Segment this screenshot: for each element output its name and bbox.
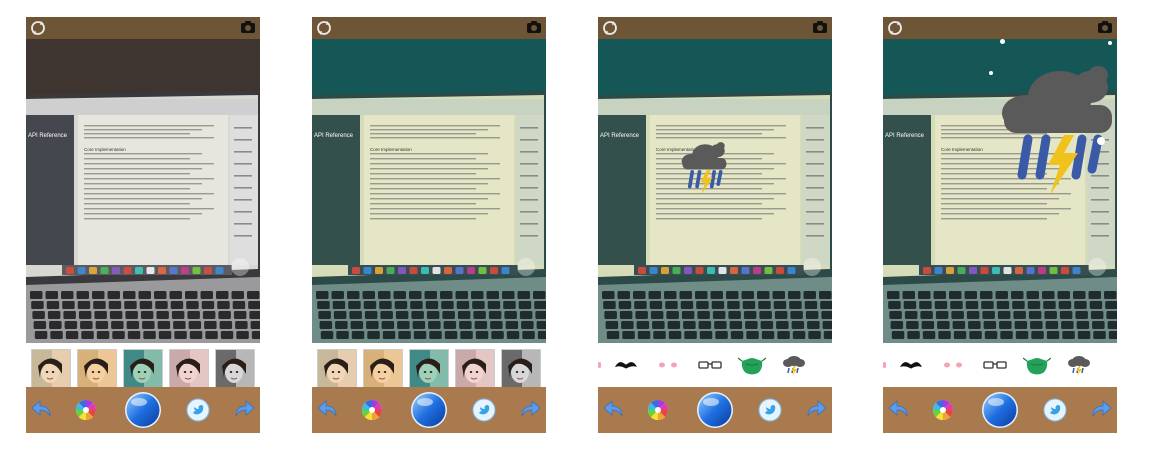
switch-camera-icon[interactable] — [525, 19, 543, 37]
switch-camera-icon[interactable] — [1096, 19, 1114, 37]
sparkle-dot — [989, 71, 993, 75]
screen-3: API Reference Core Implementation — [598, 17, 832, 433]
redo-icon[interactable] — [518, 398, 542, 422]
top-bar — [312, 17, 546, 39]
sparkle-dot — [1000, 39, 1005, 44]
shutter-button[interactable] — [124, 391, 162, 429]
camera-photo: API Reference Core Implementation — [26, 39, 260, 343]
rotate-camera-icon[interactable] — [29, 19, 47, 37]
warm-filter-thumbnail[interactable] — [363, 349, 403, 389]
undo-icon[interactable] — [887, 398, 911, 422]
undo-icon[interactable] — [602, 398, 626, 422]
blush-partial-icon — [598, 362, 601, 368]
sparkle-dot — [1108, 41, 1112, 45]
camera-photo: API Reference Core Implementation — [312, 39, 546, 343]
photo-preview[interactable]: API Reference Core Implementation — [598, 39, 832, 343]
storm-cloud-icon[interactable] — [780, 353, 808, 377]
shutter-button[interactable] — [696, 391, 734, 429]
glasses-icon[interactable] — [696, 353, 724, 377]
shutter-button[interactable] — [410, 391, 448, 429]
filter-strip — [312, 343, 546, 389]
twitter-icon[interactable] — [758, 398, 782, 422]
laptop-section-title: Core Implementation — [370, 147, 412, 152]
redo-icon[interactable] — [1089, 398, 1113, 422]
blush-icon[interactable] — [939, 353, 967, 377]
storm-cloud-sticker[interactable] — [998, 57, 1116, 197]
screen-2: API Reference Core Implementation — [312, 17, 546, 433]
top-bar — [883, 17, 1117, 39]
rotate-camera-icon[interactable] — [315, 19, 333, 37]
rotate-camera-icon[interactable] — [886, 19, 904, 37]
sparkle-dot — [1097, 137, 1105, 145]
bottom-toolbar — [598, 387, 832, 433]
photo-preview[interactable]: API Reference Core Implementation — [883, 39, 1117, 343]
mono-filter-thumbnail[interactable] — [501, 349, 541, 389]
color-wheel-icon[interactable] — [647, 399, 669, 421]
redo-icon[interactable] — [804, 398, 828, 422]
switch-camera-icon[interactable] — [239, 19, 257, 37]
sticker-strip — [883, 343, 1117, 387]
bottom-toolbar — [26, 387, 260, 433]
original-filter-thumbnail[interactable] — [317, 349, 357, 389]
teal-filter-thumbnail[interactable] — [123, 349, 163, 389]
screen-4: API Reference Core Implementation — [883, 17, 1117, 433]
fade-filter-thumbnail[interactable] — [169, 349, 209, 389]
photo-preview[interactable]: API Reference Core Implementation — [312, 39, 546, 343]
mustache-icon[interactable] — [612, 353, 640, 377]
blush-icon[interactable] — [654, 353, 682, 377]
storm-cloud-icon[interactable] — [1065, 353, 1093, 377]
bottom-toolbar — [883, 387, 1117, 433]
glasses-icon[interactable] — [981, 353, 1009, 377]
photo-preview[interactable]: API Reference Core Implementation — [26, 39, 260, 343]
undo-icon[interactable] — [316, 398, 340, 422]
sticker-strip — [598, 343, 832, 387]
rotate-camera-icon[interactable] — [601, 19, 619, 37]
color-wheel-icon[interactable] — [361, 399, 383, 421]
laptop-sidebar-title: API Reference — [28, 133, 68, 139]
twitter-icon[interactable] — [472, 398, 496, 422]
switch-camera-icon[interactable] — [811, 19, 829, 37]
fade-filter-thumbnail[interactable] — [455, 349, 495, 389]
color-wheel-icon[interactable] — [932, 399, 954, 421]
top-bar — [26, 17, 260, 39]
storm-cloud-sticker[interactable] — [680, 137, 728, 197]
mask-icon[interactable] — [738, 353, 766, 377]
filter-strip — [26, 343, 260, 389]
original-filter-thumbnail[interactable] — [31, 349, 71, 389]
warm-filter-thumbnail[interactable] — [77, 349, 117, 389]
screen-1: API Reference Core Implementation — [26, 17, 260, 433]
mono-filter-thumbnail[interactable] — [215, 349, 255, 389]
undo-icon[interactable] — [30, 398, 54, 422]
redo-icon[interactable] — [232, 398, 256, 422]
laptop-sidebar-title: API Reference — [314, 133, 354, 139]
laptop-section-title: Core Implementation — [84, 147, 126, 152]
shutter-button[interactable] — [981, 391, 1019, 429]
twitter-icon[interactable] — [1043, 398, 1067, 422]
mustache-icon[interactable] — [897, 353, 925, 377]
teal-filter-thumbnail[interactable] — [409, 349, 449, 389]
top-bar — [598, 17, 832, 39]
laptop-sidebar-title: API Reference — [885, 133, 925, 139]
laptop-section-title: Core Implementation — [941, 147, 983, 152]
laptop-sidebar-title: API Reference — [600, 133, 640, 139]
color-wheel-icon[interactable] — [75, 399, 97, 421]
bottom-toolbar — [312, 387, 546, 433]
twitter-icon[interactable] — [186, 398, 210, 422]
mask-icon[interactable] — [1023, 353, 1051, 377]
blush-partial-icon — [883, 362, 886, 368]
